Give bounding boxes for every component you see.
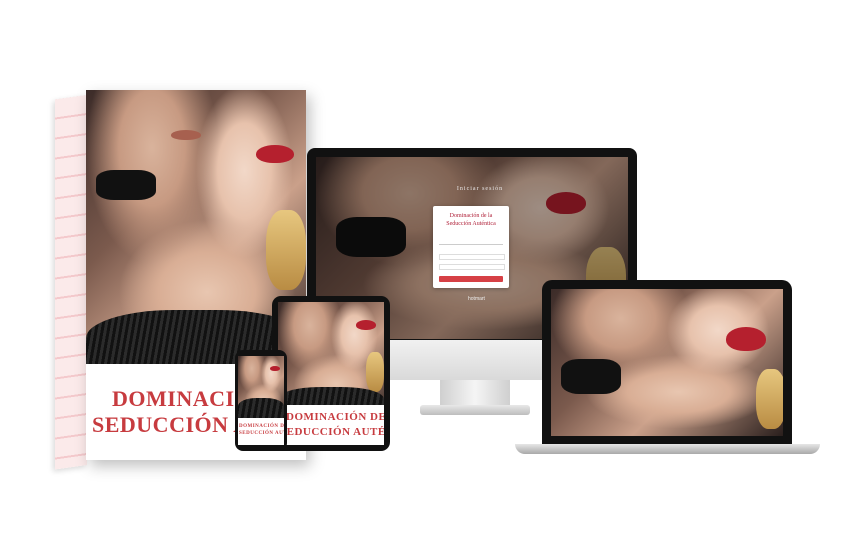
password-field[interactable] xyxy=(439,264,505,270)
login-button[interactable] xyxy=(439,276,503,282)
hotmart-logo: hotmart xyxy=(468,296,485,302)
login-card: Dominación de la Seducción Auténtica xyxy=(433,206,509,288)
product-box-side xyxy=(55,95,87,470)
tablet-screen: DOMINACIÓN DE LA SEDUCCIÓN AUTÉNTICA xyxy=(278,302,384,445)
login-divider xyxy=(439,244,503,245)
tablet-cover-photo xyxy=(278,302,384,420)
login-card-title-line1: Dominación de la xyxy=(449,213,493,219)
phone-title-line2: SEDUCCIÓN AUTÉNTICA xyxy=(239,431,284,437)
login-card-title-line2: Seducción Auténtica xyxy=(446,221,496,227)
laptop-screen xyxy=(551,289,783,436)
monitor-stand-foot xyxy=(420,405,530,415)
phone-cover-photo xyxy=(238,356,284,419)
phone-title: DOMINACIÓN DE LA SEDUCCIÓN AUTÉNTICA xyxy=(238,418,284,445)
login-heading: Iniciar sesión xyxy=(456,186,504,192)
phone-title-line1: DOMINACIÓN DE LA xyxy=(239,424,284,430)
tablet-title-line1: DOMINACIÓN DE LA xyxy=(286,410,384,423)
email-field[interactable] xyxy=(439,254,505,260)
tablet-title: DOMINACIÓN DE LA SEDUCCIÓN AUTÉNTICA xyxy=(278,404,384,445)
phone-screen: DOMINACIÓN DE LA SEDUCCIÓN AUTÉNTICA xyxy=(238,356,284,445)
laptop-base xyxy=(515,444,820,454)
tablet-title-line2: SEDUCCIÓN AUTÉNTICA xyxy=(280,425,384,438)
login-card-title: Dominación de la Seducción Auténtica xyxy=(437,212,505,228)
